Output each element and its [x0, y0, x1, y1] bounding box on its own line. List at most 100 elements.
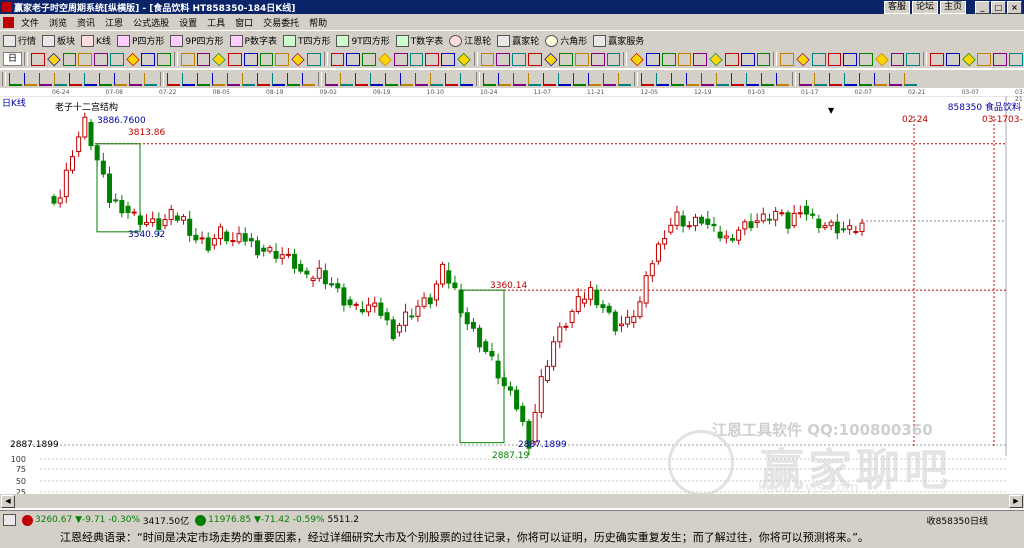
drawing-tool-icon-28[interactable] — [445, 72, 458, 86]
chart-tool-icon-11[interactable] — [212, 52, 226, 66]
menu-tools[interactable]: 工具 — [202, 16, 230, 29]
scroll-right-icon[interactable]: ▶ — [1009, 495, 1023, 508]
drawing-tool-icon-45[interactable] — [716, 72, 729, 86]
chart-tool-icon-44[interactable] — [756, 52, 771, 66]
drawing-tool-icon-55[interactable] — [874, 72, 887, 86]
menu-info[interactable]: 资讯 — [72, 16, 100, 29]
chart-tool-icon-48[interactable] — [827, 52, 842, 66]
drawing-tool-icon-12[interactable] — [197, 72, 210, 86]
btn-p-table[interactable]: P数字表 — [227, 34, 280, 47]
drawing-tool-icon-56[interactable] — [889, 72, 902, 86]
btn-quotes[interactable]: 行情 — [0, 34, 39, 47]
chart-tool-icon-28[interactable] — [496, 52, 511, 66]
chart-tool-icon-25[interactable] — [441, 52, 455, 66]
drawing-tool-icon-25[interactable] — [400, 72, 413, 86]
chart-tool-icon-15[interactable] — [275, 52, 290, 66]
drawing-tool-icon-35[interactable] — [558, 72, 571, 86]
chart-tool-icon-59[interactable] — [1008, 52, 1023, 66]
btn-gann-wheel[interactable]: 江恩轮 — [446, 34, 494, 47]
kline-chart[interactable] — [0, 96, 1024, 456]
chart-tool-icon-16[interactable] — [291, 52, 305, 66]
drawing-tool-icon-57[interactable] — [904, 72, 917, 86]
drawing-tool-icon-4[interactable] — [69, 72, 82, 86]
maximize-icon[interactable]: □ — [991, 1, 1006, 14]
chart-tool-icon-51[interactable] — [875, 52, 889, 66]
btn-p-square[interactable]: P四方形 — [114, 34, 167, 47]
chart-tool-icon-46[interactable] — [796, 52, 810, 66]
chart-tool-icon-26[interactable] — [457, 52, 471, 66]
chart-tool-icon-6[interactable] — [125, 52, 140, 66]
chart-tool-icon-54[interactable] — [930, 52, 944, 66]
menu-gann[interactable]: 江恩 — [100, 16, 128, 29]
drawing-tool-icon-17[interactable] — [272, 72, 285, 86]
link-home[interactable]: 主页 — [939, 1, 966, 14]
drawing-tool-icon-26[interactable] — [415, 72, 428, 86]
close-icon[interactable]: × — [1007, 1, 1022, 14]
menu-window[interactable]: 窗口 — [230, 16, 258, 29]
drawing-tool-icon-54[interactable] — [859, 72, 872, 86]
drawing-tool-icon-47[interactable] — [746, 72, 759, 86]
chart-tool-icon-36[interactable] — [630, 52, 644, 66]
chart-tool-icon-14[interactable] — [259, 52, 274, 66]
chart-tool-icon-30[interactable] — [527, 52, 542, 66]
drawing-tool-icon-24[interactable] — [385, 72, 398, 86]
period-select[interactable]: 日 — [3, 52, 23, 66]
drawing-tool-icon-14[interactable] — [227, 72, 240, 86]
sz-index[interactable]: 11976.85 ▼ -71.42 -0.59% 5511.2 — [192, 514, 362, 526]
sh-index[interactable]: 3260.67 ▼ -9.71 -0.30% 3417.50亿 — [19, 514, 192, 527]
chart-tool-icon-27[interactable] — [480, 52, 495, 66]
chart-tool-icon-53[interactable] — [906, 52, 921, 66]
chart-tool-icon-1[interactable] — [47, 52, 61, 66]
btn-hexagon[interactable]: 六角形 — [542, 34, 590, 47]
chart-tool-icon-31[interactable] — [543, 52, 558, 66]
menu-trade[interactable]: 交易委托 — [258, 16, 304, 29]
drawing-tool-icon-3[interactable] — [54, 72, 67, 86]
caret-down-icon[interactable]: ▼ — [828, 106, 834, 115]
status-grid-icon[interactable] — [0, 514, 19, 526]
menu-file[interactable]: 文件 — [16, 16, 44, 29]
drawing-tool-icon-8[interactable] — [129, 72, 142, 86]
drawing-tool-icon-41[interactable] — [656, 72, 669, 86]
btn-9t-square[interactable]: 9T四方形 — [333, 34, 392, 47]
drawing-tool-icon-6[interactable] — [99, 72, 112, 86]
horizontal-scrollbar[interactable]: ◀ ▶ — [0, 494, 1024, 508]
btn-t-table[interactable]: T数字表 — [393, 34, 447, 47]
drawing-tool-icon-20[interactable] — [325, 72, 338, 86]
chart-tool-icon-23[interactable] — [409, 52, 424, 66]
btn-t-square[interactable]: T四方形 — [280, 34, 334, 47]
minimize-icon[interactable]: _ — [975, 1, 990, 14]
drawing-tool-icon-43[interactable] — [686, 72, 699, 86]
drawing-tool-icon-33[interactable] — [528, 72, 541, 86]
drawing-tool-icon-27[interactable] — [430, 72, 443, 86]
chart-tool-icon-34[interactable] — [590, 52, 605, 66]
chart-tool-icon-7[interactable] — [141, 52, 156, 66]
drawing-tool-icon-48[interactable] — [761, 72, 774, 86]
drawing-tool-icon-46[interactable] — [731, 72, 744, 86]
chart-tool-icon-57[interactable] — [977, 52, 992, 66]
btn-winner-wheel[interactable]: 赢家轮 — [494, 34, 542, 47]
drawing-tool-icon-9[interactable] — [144, 72, 157, 86]
chart-tool-icon-5[interactable] — [109, 52, 124, 66]
chart-tool-icon-24[interactable] — [425, 52, 440, 66]
chart-tool-icon-43[interactable] — [740, 52, 755, 66]
chart-tool-icon-49[interactable] — [843, 52, 858, 66]
btn-service[interactable]: 赢家服务 — [590, 34, 647, 47]
drawing-tool-icon-50[interactable] — [799, 72, 812, 86]
drawing-tool-icon-37[interactable] — [588, 72, 601, 86]
chart-tool-icon-35[interactable] — [606, 52, 621, 66]
drawing-tool-icon-34[interactable] — [543, 72, 556, 86]
drawing-tool-icon-29[interactable] — [460, 72, 473, 86]
btn-sectors[interactable]: 板块 — [39, 34, 78, 47]
drawing-tool-icon-44[interactable] — [701, 72, 714, 86]
chart-tool-icon-39[interactable] — [677, 52, 692, 66]
chart-tool-icon-29[interactable] — [512, 52, 526, 66]
drawing-tool-icon-10[interactable] — [167, 72, 180, 86]
chart-tool-icon-52[interactable] — [890, 52, 905, 66]
drawing-tool-icon-18[interactable] — [287, 72, 300, 86]
drawing-tool-icon-11[interactable] — [182, 72, 195, 86]
drawing-tool-icon-5[interactable] — [84, 72, 97, 86]
link-support[interactable]: 客服 — [883, 1, 910, 14]
chart-tool-icon-47[interactable] — [811, 52, 826, 66]
drawing-tool-icon-22[interactable] — [355, 72, 368, 86]
chart-tool-icon-42[interactable] — [725, 52, 739, 66]
